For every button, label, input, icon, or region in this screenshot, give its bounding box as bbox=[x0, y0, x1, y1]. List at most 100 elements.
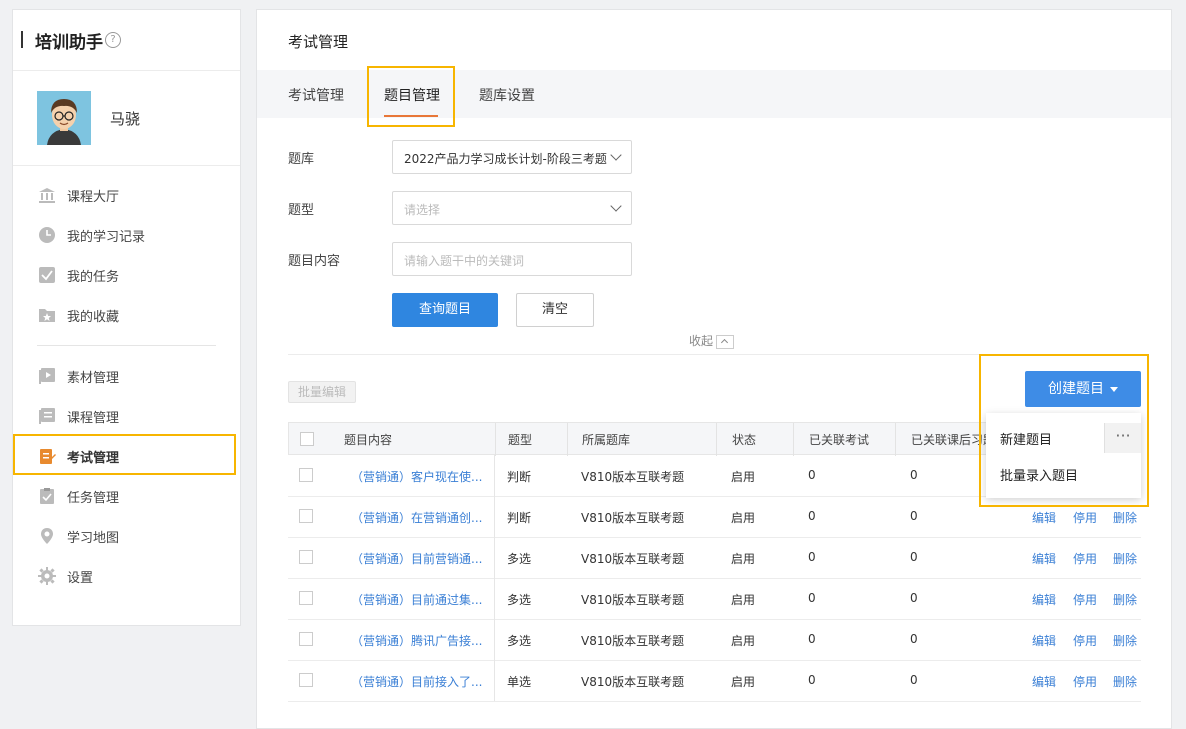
clock-icon bbox=[39, 227, 55, 243]
row-checkbox[interactable] bbox=[299, 550, 313, 564]
question-type: 判断 bbox=[507, 470, 532, 484]
question-bank: V810版本互联考题 bbox=[581, 511, 685, 525]
question-content-link[interactable]: （营销通）目前接入了... bbox=[351, 673, 482, 690]
question-content-link[interactable]: （营销通）在营销通创... bbox=[351, 509, 482, 526]
bank-select[interactable]: 2022产品力学习成长计划-阶段三考题 bbox=[392, 140, 632, 174]
row-checkbox[interactable] bbox=[299, 632, 313, 646]
delete-link[interactable]: 删除 bbox=[1113, 591, 1137, 608]
question-content-link[interactable]: （营销通）目前营销通... bbox=[351, 550, 482, 567]
menu-item-new-question[interactable]: 新建题目 bbox=[1000, 429, 1052, 448]
avatar[interactable] bbox=[37, 91, 91, 145]
type-select-placeholder: 请选择 bbox=[404, 203, 441, 217]
type-select[interactable]: 请选择 bbox=[392, 191, 632, 225]
title-accent-bar bbox=[21, 31, 23, 48]
create-dropdown-menu: 新建题目 批量录入题目 ··· bbox=[986, 413, 1141, 498]
content-input[interactable]: 请输入题干中的关键词 bbox=[392, 242, 632, 276]
nav-label: 课程管理 bbox=[67, 411, 120, 426]
linked-exercises-count: 0 bbox=[910, 550, 918, 564]
nav-label: 我的收藏 bbox=[67, 310, 120, 325]
edit-link[interactable]: 编辑 bbox=[1032, 550, 1056, 567]
th-exercises: 已关联课后习题 bbox=[911, 433, 996, 447]
question-bank: V810版本互联考题 bbox=[581, 552, 685, 566]
query-button[interactable]: 查询题目 bbox=[392, 293, 498, 327]
disable-link[interactable]: 停用 bbox=[1073, 550, 1097, 567]
row-checkbox[interactable] bbox=[299, 673, 313, 687]
delete-link[interactable]: 删除 bbox=[1113, 632, 1137, 649]
collapse-toggle[interactable]: 收起 bbox=[689, 332, 735, 349]
column-separator bbox=[494, 455, 495, 496]
nav-divider bbox=[37, 345, 216, 346]
nav-label: 我的学习记录 bbox=[67, 230, 146, 245]
nav-my-records[interactable]: 我的学习记录 bbox=[13, 215, 242, 255]
header-separator bbox=[895, 423, 896, 456]
clipboard-icon bbox=[40, 488, 54, 504]
nav-course-hall[interactable]: 课程大厅 bbox=[13, 175, 242, 215]
question-content-link[interactable]: （营销通）目前通过集... bbox=[351, 591, 482, 608]
nav-label: 考试管理 bbox=[67, 451, 120, 466]
row-checkbox[interactable] bbox=[299, 509, 313, 523]
tab-question-mgmt[interactable]: 题目管理 bbox=[384, 85, 440, 105]
nav-exam-mgmt[interactable]: 考试管理 bbox=[13, 436, 242, 476]
edit-link[interactable]: 编辑 bbox=[1032, 509, 1056, 526]
nav-label: 任务管理 bbox=[67, 491, 120, 506]
collapse-label: 收起 bbox=[689, 334, 714, 348]
clear-button[interactable]: 清空 bbox=[516, 293, 594, 327]
edit-link[interactable]: 编辑 bbox=[1032, 632, 1056, 649]
disable-link[interactable]: 停用 bbox=[1073, 673, 1097, 690]
question-type: 判断 bbox=[507, 511, 532, 525]
menu-item-batch-import[interactable]: 批量录入题目 bbox=[1000, 465, 1078, 484]
nav-material-mgmt[interactable]: 素材管理 bbox=[13, 356, 242, 396]
more-icon[interactable]: ··· bbox=[1104, 423, 1141, 453]
table-row: （营销通）腾讯广告接... 多选 V810版本互联考题 启用 0 0 编辑 停用 删除 bbox=[288, 619, 1141, 661]
star-folder-icon bbox=[39, 309, 55, 322]
course-icon bbox=[39, 408, 55, 424]
tab-exam-mgmt[interactable]: 考试管理 bbox=[288, 85, 344, 105]
disable-link[interactable]: 停用 bbox=[1073, 632, 1097, 649]
header-separator bbox=[567, 423, 568, 456]
disable-link[interactable]: 停用 bbox=[1073, 591, 1097, 608]
delete-link[interactable]: 删除 bbox=[1113, 673, 1137, 690]
linked-exercises-count: 0 bbox=[910, 673, 918, 687]
table-row: （营销通）目前接入了... 单选 V810版本互联考题 启用 0 0 编辑 停用 删除 bbox=[288, 660, 1141, 702]
linked-exercises-count: 0 bbox=[910, 591, 918, 605]
tab-bank-settings[interactable]: 题库设置 bbox=[479, 85, 535, 105]
delete-link[interactable]: 删除 bbox=[1113, 509, 1137, 526]
nav-my-favorites[interactable]: 我的收藏 bbox=[13, 295, 242, 335]
table-row: （营销通）目前通过集... 多选 V810版本互联考题 启用 0 0 编辑 停用 删除 bbox=[288, 578, 1141, 620]
batch-edit-button[interactable]: 批量编辑 bbox=[288, 381, 356, 403]
nav-label: 课程大厅 bbox=[67, 190, 120, 205]
question-content-link[interactable]: （营销通）腾讯广告接... bbox=[351, 632, 482, 649]
question-type: 多选 bbox=[507, 593, 532, 607]
edit-link[interactable]: 编辑 bbox=[1032, 673, 1056, 690]
nav-course-mgmt[interactable]: 课程管理 bbox=[13, 396, 242, 436]
linked-exams-count: 0 bbox=[808, 632, 816, 646]
delete-link[interactable]: 删除 bbox=[1113, 550, 1137, 567]
th-bank: 所属题库 bbox=[582, 433, 631, 447]
linked-exams-count: 0 bbox=[808, 509, 816, 523]
nav-task-mgmt[interactable]: 任务管理 bbox=[13, 476, 242, 516]
edit-link[interactable]: 编辑 bbox=[1032, 591, 1056, 608]
select-all-checkbox[interactable] bbox=[300, 432, 314, 446]
content-label: 题目内容 bbox=[288, 254, 341, 269]
app-header: 培训助手 ? bbox=[13, 10, 240, 71]
question-type: 单选 bbox=[507, 675, 532, 689]
nav-label: 设置 bbox=[67, 571, 94, 586]
question-bank: V810版本互联考题 bbox=[581, 470, 685, 484]
user-profile: 马骁 bbox=[13, 71, 240, 166]
linked-exams-count: 0 bbox=[808, 550, 816, 564]
create-question-button[interactable]: 创建题目 bbox=[1025, 371, 1141, 407]
bank-select-value: 2022产品力学习成长计划-阶段三考题 bbox=[404, 152, 607, 166]
disable-link[interactable]: 停用 bbox=[1073, 509, 1097, 526]
row-checkbox[interactable] bbox=[299, 591, 313, 605]
header-separator bbox=[495, 423, 496, 456]
row-checkbox[interactable] bbox=[299, 468, 313, 482]
help-icon[interactable]: ? bbox=[105, 32, 121, 48]
bank-icon bbox=[39, 188, 55, 203]
play-icon bbox=[39, 368, 55, 384]
nav-learning-map[interactable]: 学习地图 bbox=[13, 516, 242, 556]
question-content-link[interactable]: （营销通）客户现在使... bbox=[351, 468, 482, 485]
nav-my-tasks[interactable]: 我的任务 bbox=[13, 255, 242, 295]
create-question-label: 创建题目 bbox=[1048, 381, 1104, 397]
nav-settings[interactable]: 设置 bbox=[13, 556, 242, 596]
table-row: （营销通）在营销通创... 判断 V810版本互联考题 启用 0 0 编辑 停用 删除 bbox=[288, 496, 1141, 538]
